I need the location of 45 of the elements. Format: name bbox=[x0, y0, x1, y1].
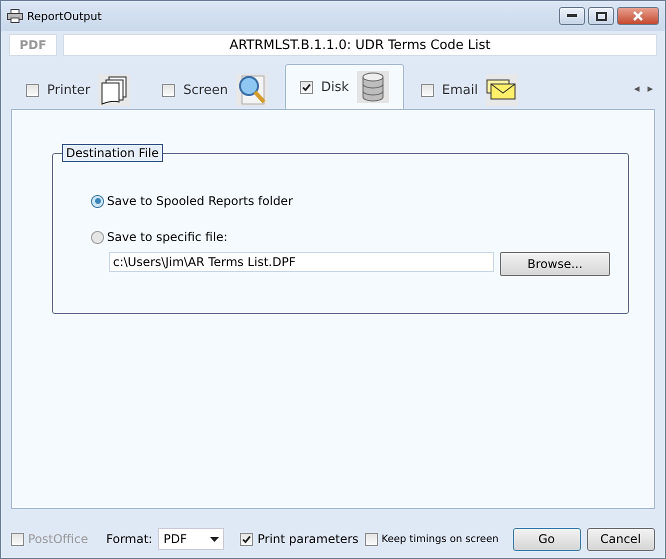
tab[interactable]: Screen bbox=[147, 70, 283, 109]
pages-icon bbox=[98, 74, 130, 106]
radio-label: Save to Spooled Reports folder bbox=[107, 194, 293, 208]
tab[interactable]: Disk bbox=[284, 64, 404, 109]
go-button[interactable]: Go bbox=[512, 528, 581, 550]
format-badge: PDF bbox=[9, 34, 57, 56]
checkbox-label: Keep timings on screen bbox=[382, 534, 499, 544]
dropdown-arrow-icon bbox=[210, 536, 220, 542]
checkbox[interactable] bbox=[420, 84, 434, 96]
magnifier-icon bbox=[236, 74, 268, 106]
checkbox[interactable] bbox=[300, 80, 313, 94]
report-title: ARTRMLST.B.1.1.0: UDR Terms Code List bbox=[63, 34, 657, 56]
scroll-left-button[interactable]: ◂ bbox=[634, 82, 640, 95]
scroll-right-button[interactable]: ▸ bbox=[647, 82, 653, 95]
minimize-icon bbox=[567, 14, 577, 18]
close-icon bbox=[632, 11, 644, 21]
radio-button[interactable] bbox=[91, 230, 104, 244]
format-dropdown[interactable]: PDF bbox=[158, 528, 224, 550]
cancel-button[interactable]: Cancel bbox=[586, 528, 655, 550]
tab[interactable]: Printer bbox=[11, 70, 146, 109]
restore-icon bbox=[596, 12, 606, 20]
tab-label: Printer bbox=[47, 82, 90, 98]
printer-icon bbox=[7, 9, 23, 23]
close-button[interactable] bbox=[617, 7, 659, 25]
checkbox[interactable] bbox=[162, 84, 176, 96]
file-path-field[interactable]: c:\Users\Jim\AR Terms List.DPF bbox=[109, 252, 494, 272]
browse-button[interactable]: Browse... bbox=[500, 252, 610, 276]
checkbox-label: Print parameters bbox=[257, 532, 359, 546]
database-icon bbox=[356, 71, 389, 103]
minimize-button[interactable] bbox=[559, 7, 585, 25]
tab[interactable]: Email bbox=[406, 70, 533, 109]
restore-button[interactable] bbox=[588, 7, 614, 25]
format-label: Format: bbox=[106, 532, 152, 546]
group-legend: Destination File bbox=[62, 144, 163, 162]
tab-label: Screen bbox=[183, 82, 228, 98]
envelopes-icon bbox=[486, 74, 518, 106]
tab-label: Email bbox=[442, 82, 478, 98]
radio-label: Save to specific file: bbox=[107, 230, 228, 244]
window-title: ReportOutput bbox=[27, 10, 103, 22]
radio-button[interactable] bbox=[91, 194, 104, 208]
tab-label: Disk bbox=[320, 80, 349, 94]
checkbox-label: PostOffice bbox=[28, 532, 88, 546]
checkbox[interactable] bbox=[240, 532, 254, 546]
checkbox[interactable] bbox=[364, 532, 378, 546]
checkbox[interactable] bbox=[26, 84, 39, 96]
